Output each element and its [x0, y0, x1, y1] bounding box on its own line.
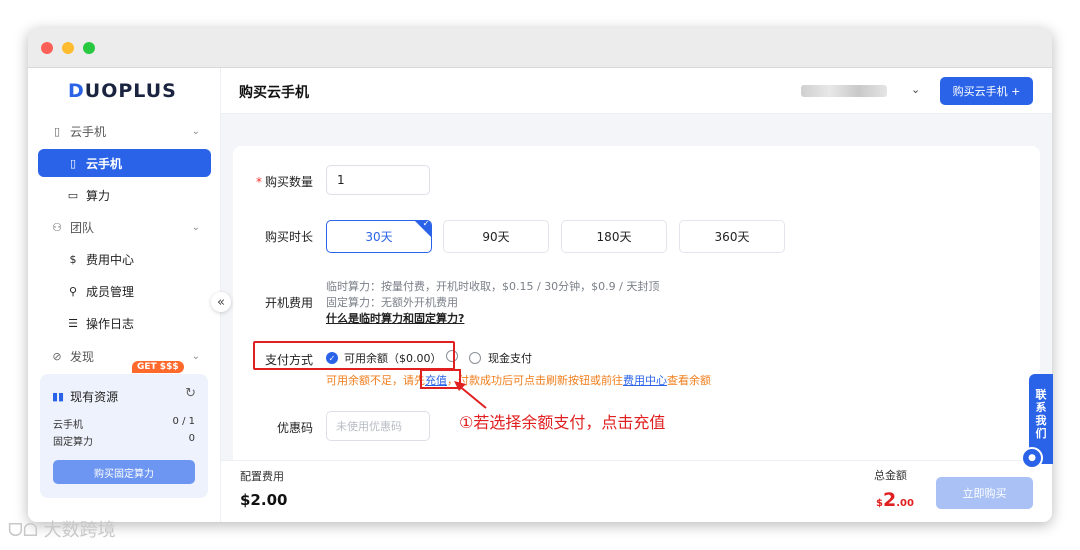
refresh-icon[interactable]: ↻ — [185, 386, 196, 401]
buy-now-button[interactable]: 立即购买 — [936, 477, 1033, 509]
highlight-box-payment — [253, 341, 455, 370]
resources-title-text: 现有资源 — [70, 390, 119, 404]
title-bar — [28, 28, 1052, 68]
account-name-blurred[interactable] — [801, 85, 887, 97]
member-icon: ⚲ — [68, 284, 78, 298]
resource-value: 0 / 1 — [172, 416, 195, 427]
sidebar-item-label: 操作日志 — [86, 316, 135, 331]
sidebar-item-fee-center[interactable]: $ 费用中心 — [38, 245, 211, 273]
duration-option-180[interactable]: 180天 — [561, 220, 667, 253]
nav-group-label: 云手机 — [70, 124, 107, 139]
nav-group-label: 团队 — [70, 220, 95, 235]
checkout-bar: 配置费用 $2.00 总金额 $2.00 立即购买 — [221, 460, 1052, 522]
sidebar-item-label: 费用中心 — [86, 252, 135, 267]
total-integer: 2 — [882, 489, 897, 511]
nav-group-team[interactable]: ⚇ 团队 ⌄ — [50, 217, 200, 237]
fee-line-fixed: 固定算力：无额外开机费用 — [326, 296, 458, 309]
sidebar-item-label: 成员管理 — [86, 284, 135, 299]
insufficient-balance-warning: 可用余额不足，请先充值，付款成功后可点击刷新按钮或前往费用中心查看余额 — [326, 372, 711, 388]
resource-label: 云手机 — [53, 420, 83, 431]
compass-icon: ⊘ — [52, 349, 62, 363]
resource-label: 固定算力 — [53, 437, 93, 448]
fee-center-link[interactable]: 费用中心 — [623, 374, 667, 387]
quantity-input[interactable]: 1 — [326, 165, 430, 195]
resource-row-compute: 固定算力 0 — [53, 433, 195, 448]
total-decimal: .00 — [896, 498, 914, 509]
resources-panel: ▮▮ 现有资源 ↻ 云手机 0 / 1 固定算力 0 购买固定算力 — [40, 374, 208, 498]
logo: DUOPLUS — [68, 80, 177, 102]
payment-option-cash[interactable]: 现金支付 — [469, 350, 532, 366]
resource-row-phone: 云手机 0 / 1 — [53, 416, 195, 431]
buy-fixed-compute-button[interactable]: 购买固定算力 — [53, 460, 195, 484]
compute-explain-link[interactable]: 什么是临时算力和固定算力? — [326, 310, 464, 326]
minimize-window-button[interactable] — [62, 42, 74, 54]
bar-chart-icon: ▮▮ — [52, 390, 65, 403]
total-amount: $2.00 — [876, 489, 914, 511]
duration-option-30[interactable]: 30天 ✓ — [326, 220, 432, 253]
logo-text: UOPLUS — [84, 80, 177, 102]
watermark-logo-icon: ᗜᗝ — [8, 520, 38, 541]
duration-option-label: 30天 — [365, 230, 393, 244]
log-icon: ☰ — [68, 316, 78, 330]
nav-group-cloud-phone[interactable]: ▯ 云手机 ⌄ — [50, 121, 200, 141]
chat-icon[interactable]: ● — [1021, 447, 1043, 469]
duration-option-360[interactable]: 360天 — [679, 220, 785, 253]
collapse-sidebar-button[interactable]: « — [211, 292, 231, 312]
close-window-button[interactable] — [41, 42, 53, 54]
sidebar-item-compute[interactable]: ▭ 算力 — [38, 181, 211, 209]
dollar-circle-icon: $ — [69, 252, 77, 266]
header: 购买云手机 ⌄ 购买云手机 + — [221, 68, 1052, 114]
annotation-arrow — [454, 381, 487, 409]
contact-us-label: 联系我们 — [1035, 388, 1047, 440]
config-fee-value: $2.00 — [240, 491, 288, 509]
fee-line-temporary: 临时算力：按量付费，开机时收取，$0.15 / 30分钟，$0.9 / 天封顶 — [326, 280, 660, 293]
chevron-down-icon: ⌄ — [191, 350, 200, 362]
total-currency: $ — [876, 498, 883, 509]
monitor-icon: ▭ — [67, 188, 79, 202]
config-fee-label: 配置费用 — [240, 470, 284, 483]
watermark-text: 大数跨境 — [43, 520, 116, 541]
warning-text: 可用余额不足，请先 — [326, 374, 425, 387]
warning-text: 查看余额 — [667, 374, 711, 387]
chevron-down-icon: ⌄ — [191, 221, 200, 233]
radio-unchecked-icon — [469, 352, 481, 364]
check-icon: ✓ — [422, 220, 430, 229]
sidebar-item-members[interactable]: ⚲ 成员管理 — [38, 277, 211, 305]
users-icon: ⚇ — [52, 220, 62, 234]
phone-outline-icon: ▯ — [53, 124, 61, 138]
quantity-label: * 购买数量 — [233, 173, 313, 190]
payment-option-label: 现金支付 — [488, 352, 532, 365]
annotation-text: ①若选择余额支付，点击充值 — [459, 413, 666, 432]
sidebar-item-cloud-phone[interactable]: ▯ 云手机 — [38, 149, 211, 177]
sidebar-item-label: 算力 — [86, 188, 111, 203]
chevron-down-icon[interactable]: ⌄ — [911, 83, 920, 96]
notice-text-cropped — [247, 114, 1037, 122]
watermark: ᗜᗝ 大数跨境 — [8, 516, 116, 542]
duration-option-90[interactable]: 90天 — [443, 220, 549, 253]
app-window: DUOPLUS ▯ 云手机 ⌄ ▯ 云手机 ▭ 算力 ⚇ 团队 ⌄ $ 费用中心… — [28, 28, 1052, 522]
phone-icon: ▯ — [69, 156, 77, 170]
coupon-label: 优惠码 — [276, 421, 313, 435]
page-title: 购买云手机 — [239, 85, 309, 101]
maximize-window-button[interactable] — [83, 42, 95, 54]
chevron-down-icon: ⌄ — [191, 125, 200, 137]
get-money-badge[interactable]: GET $$$ — [132, 361, 184, 373]
total-label: 总金额 — [874, 469, 907, 482]
quantity-label-text: 购买数量 — [264, 175, 313, 189]
duration-label: 购买时长 — [264, 230, 313, 244]
buy-cloud-phone-button[interactable]: 购买云手机 + — [940, 77, 1033, 105]
required-mark: * — [255, 175, 262, 189]
nav-group-label: 发现 — [70, 349, 95, 364]
boot-fee-label: 开机费用 — [264, 296, 313, 310]
resources-title: ▮▮ 现有资源 — [52, 388, 118, 405]
resource-value: 0 — [188, 433, 195, 444]
sidebar-item-label: 云手机 — [86, 156, 123, 171]
coupon-input[interactable]: 未使用优惠码 — [326, 411, 430, 441]
sidebar-item-logs[interactable]: ☰ 操作日志 — [38, 309, 211, 337]
